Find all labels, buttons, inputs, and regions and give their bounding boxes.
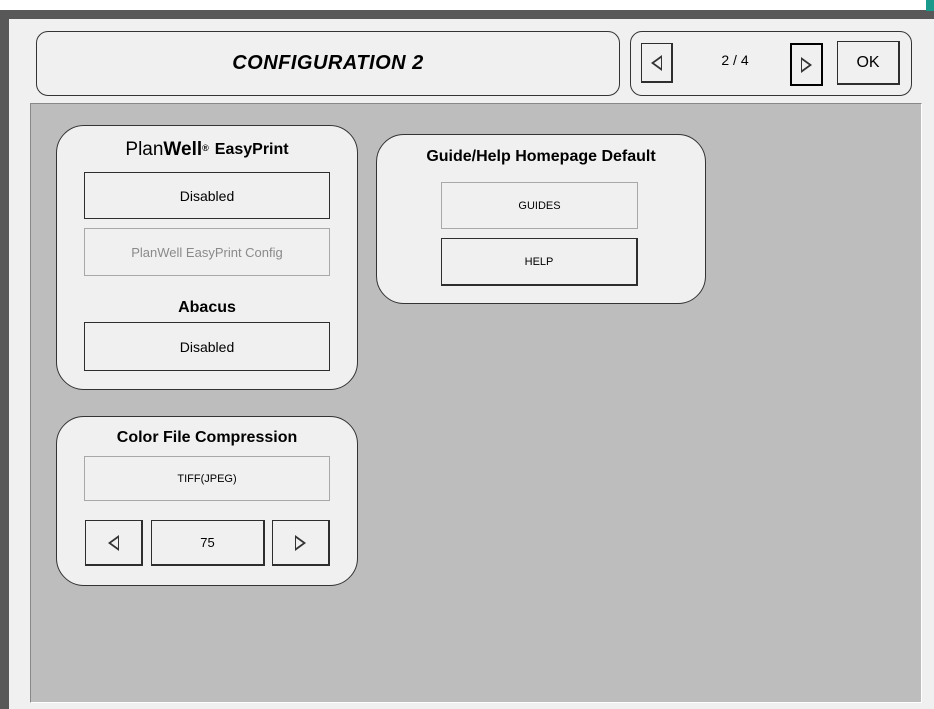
planwell-logo-bold: Well [163,139,203,160]
planwell-logo: Plan Well ® EasyPrint [56,138,358,162]
quality-decrease-button[interactable] [85,520,143,566]
abacus-status-button[interactable]: Disabled [84,322,330,371]
compression-format-field[interactable]: TIFF(JPEG) [84,456,330,501]
next-page-button[interactable] [790,43,823,86]
page-indicator: 2 / 4 [721,52,749,68]
ok-button[interactable]: OK [837,41,900,85]
planwell-config-button[interactable]: PlanWell EasyPrint Config [84,228,330,276]
planwell-logo-prefix: Plan [125,139,164,160]
planwell-status-button[interactable]: Disabled [84,172,330,219]
registered-mark: ® [202,143,209,153]
prev-page-button[interactable] [641,43,673,83]
easyprint-label: EasyPrint [214,141,289,158]
triangle-right-icon [295,534,306,551]
guide-help-heading: Guide/Help Homepage Default [426,148,656,165]
window-accent-strip [926,0,934,11]
triangle-left-icon [651,54,662,71]
quality-value[interactable]: 75 [151,520,265,566]
triangle-right-icon [801,56,812,73]
abacus-heading: Abacus [178,299,236,316]
quality-increase-button[interactable] [272,520,330,566]
page-title: CONFIGURATION 2 [232,52,424,74]
help-button[interactable]: HELP [441,238,638,286]
guides-button[interactable]: GUIDES [441,182,638,229]
triangle-left-icon [108,534,119,551]
color-compression-heading: Color File Compression [116,429,298,446]
